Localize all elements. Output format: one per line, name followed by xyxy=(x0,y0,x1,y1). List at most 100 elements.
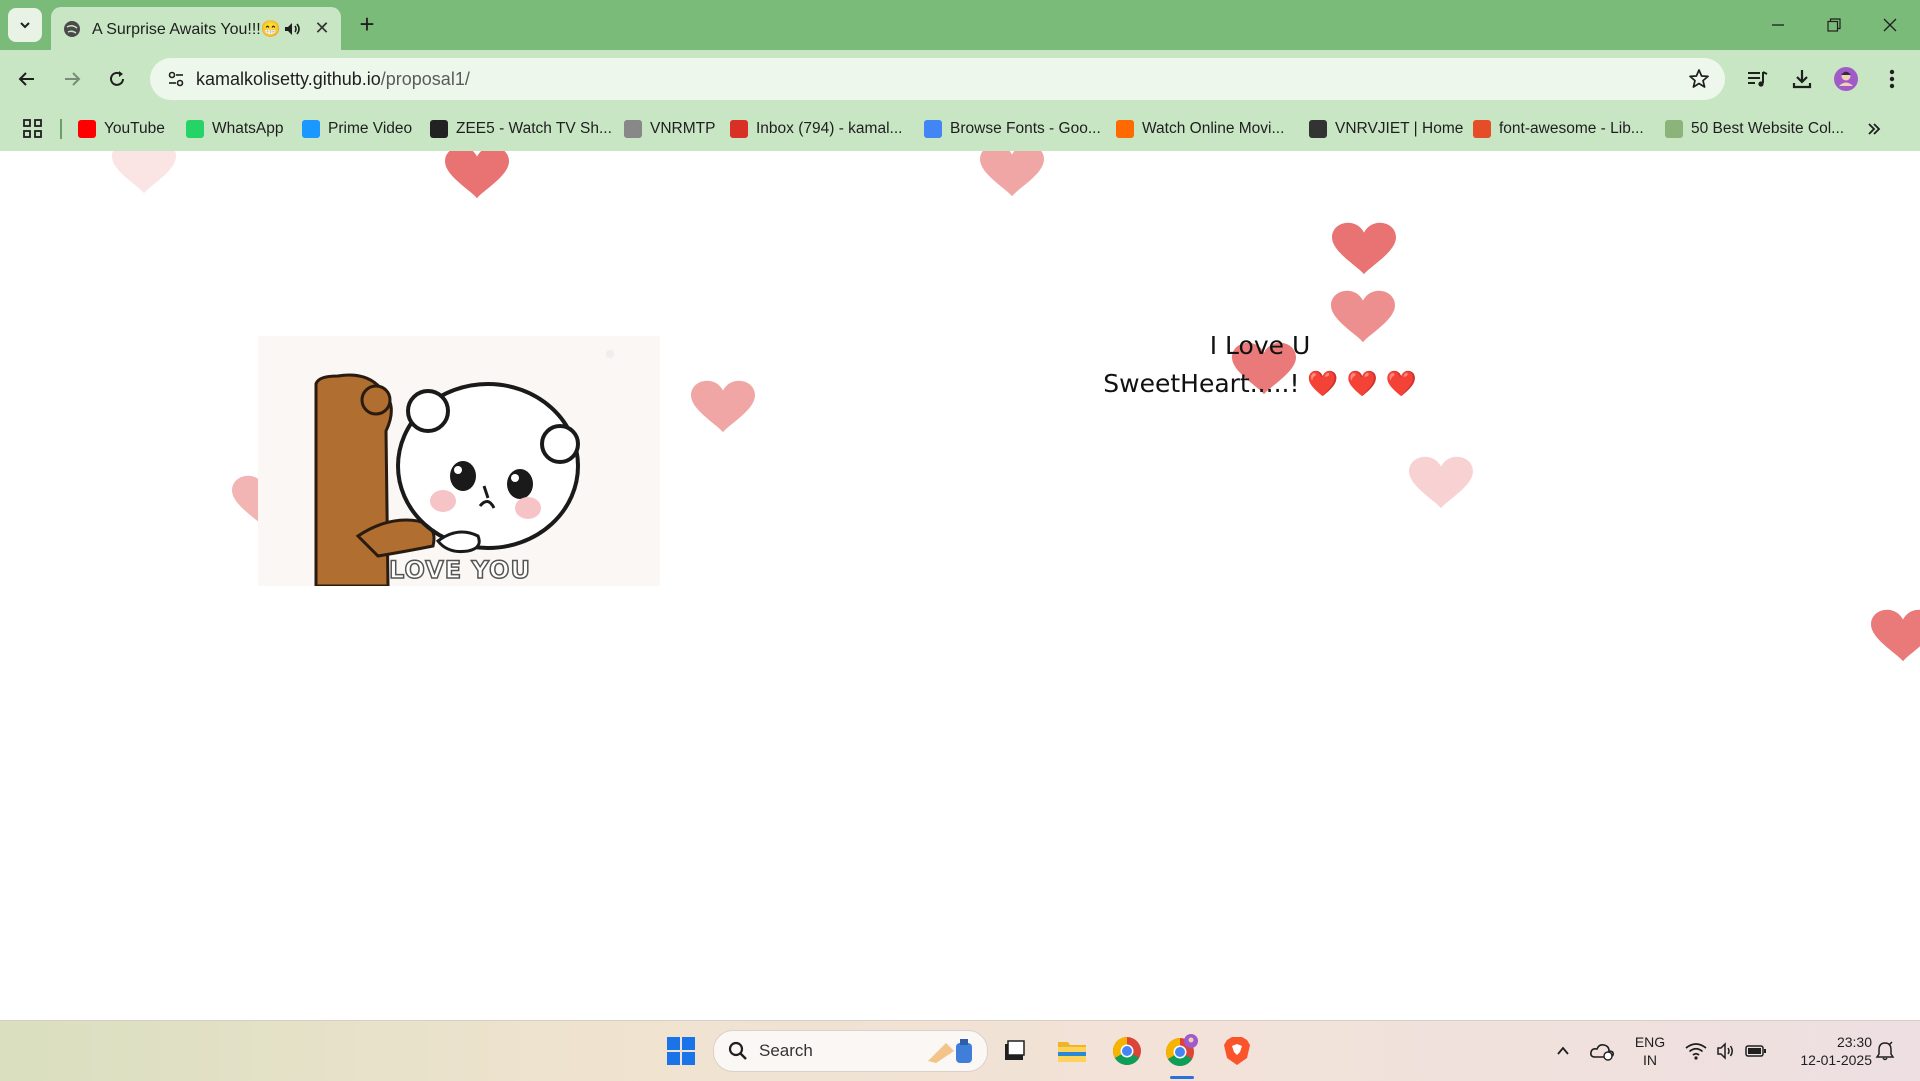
bookmark-item[interactable]: Watch Online Movi... xyxy=(1116,116,1284,142)
forward-button[interactable] xyxy=(55,62,89,96)
active-app-indicator xyxy=(1170,1076,1194,1079)
bookmark-label: Browse Fonts - Goo... xyxy=(950,120,1101,137)
message-line-2: SweetHeart.....! ❤️ ❤️ ❤️ xyxy=(1103,369,1417,398)
heart-icon xyxy=(112,151,176,194)
bookmark-item[interactable]: 50 Best Website Col... xyxy=(1665,116,1844,142)
bookmark-item[interactable]: Prime Video xyxy=(302,116,412,142)
bookmark-label: WhatsApp xyxy=(212,120,284,137)
code-icon xyxy=(1473,120,1491,138)
chevron-down-icon xyxy=(20,22,30,29)
bookmark-label: VNRVJIET | Home xyxy=(1335,120,1464,137)
prime-video-icon xyxy=(302,120,320,138)
media-control-icon[interactable] xyxy=(1741,63,1773,95)
site-info-icon[interactable] xyxy=(160,63,192,95)
close-tab-icon[interactable]: ✕ xyxy=(312,18,332,38)
notification-icon[interactable] xyxy=(1865,1031,1905,1071)
speaker-icon[interactable] xyxy=(282,19,302,39)
close-window-button[interactable] xyxy=(1862,0,1918,50)
task-view-icon[interactable] xyxy=(994,1031,1034,1071)
bookmark-label: Prime Video xyxy=(328,120,413,137)
gif-caption: LOVE YOU xyxy=(388,555,531,585)
back-button[interactable] xyxy=(10,62,44,96)
whatsapp-icon xyxy=(186,120,204,138)
heart-icon xyxy=(1871,609,1920,662)
tray-chevron-up-icon[interactable] xyxy=(1543,1031,1583,1071)
profile-avatar[interactable] xyxy=(1830,63,1862,95)
arrow-right-icon xyxy=(65,72,81,86)
clock-date: 12-01-2025 xyxy=(1800,1052,1872,1068)
bookmark-star-icon[interactable] xyxy=(1687,67,1711,91)
bookmark-item[interactable]: VNRMTP xyxy=(624,116,715,142)
windows-logo-icon xyxy=(667,1037,695,1065)
heart-icon xyxy=(980,151,1044,197)
restore-button[interactable] xyxy=(1806,0,1862,50)
language-code: ENG xyxy=(1634,1034,1666,1050)
tab-search-button[interactable] xyxy=(8,8,42,42)
onedrive-icon[interactable] xyxy=(1582,1031,1622,1071)
love-message: I Love U SweetHeart.....! ❤️ ❤️ ❤️ xyxy=(1080,327,1440,403)
bookmark-item[interactable]: VNRVJIET | Home xyxy=(1309,116,1463,142)
bookmark-item[interactable]: ZEE5 - Watch TV Sh... xyxy=(430,116,612,142)
new-tab-button[interactable]: + xyxy=(352,10,382,40)
bookmark-label: ZEE5 - Watch TV Sh... xyxy=(456,120,612,137)
google-fonts-icon xyxy=(924,120,942,138)
clock[interactable]: 23:30 12-01-2025 xyxy=(1782,1033,1872,1069)
search-placeholder: Search xyxy=(759,1041,813,1060)
tab-active[interactable]: A Surprise Awaits You!!!😁 ✕ xyxy=(51,7,341,50)
heart-icon xyxy=(445,151,509,199)
zee5-icon xyxy=(430,120,448,138)
bookmark-label: Inbox (794) - kamal... xyxy=(756,120,903,137)
brave-icon[interactable] xyxy=(1217,1031,1257,1071)
minimize-button[interactable] xyxy=(1750,0,1806,50)
bookmark-item[interactable]: WhatsApp xyxy=(186,116,284,142)
restore-icon xyxy=(1827,18,1841,32)
globe-icon xyxy=(63,20,81,38)
windows-taskbar: Search ENG IN 23:30 12-01-2025 xyxy=(0,1020,1920,1081)
heart-icon xyxy=(1332,222,1396,275)
taskbar-search[interactable]: Search xyxy=(713,1030,988,1072)
search-icon xyxy=(728,1041,747,1060)
chrome-icon[interactable] xyxy=(1107,1031,1147,1071)
teddy-bear-gif: LOVE YOU xyxy=(258,336,660,586)
bookmark-label: 50 Best Website Col... xyxy=(1691,120,1845,137)
bookmark-label: YouTube xyxy=(104,120,165,137)
bookmark-item[interactable]: Browse Fonts - Goo... xyxy=(924,116,1101,142)
reload-icon xyxy=(110,71,124,86)
vnrmtp-icon xyxy=(624,120,642,138)
region-code: IN xyxy=(1643,1052,1657,1068)
bookmark-item[interactable]: YouTube xyxy=(78,116,165,142)
start-button[interactable] xyxy=(661,1031,701,1071)
search-highlight-icon xyxy=(928,1039,972,1063)
d-icon xyxy=(1665,120,1683,138)
file-explorer-icon[interactable] xyxy=(1052,1031,1092,1071)
url-host: kamalkolisetty.github.io xyxy=(196,69,381,89)
heart-icon xyxy=(1409,456,1473,509)
url-path: /proposal1/ xyxy=(380,69,470,89)
bookmarks-overflow-icon[interactable] xyxy=(1866,116,1882,142)
gmail-icon xyxy=(730,120,748,138)
bookmarks-separator xyxy=(60,119,62,139)
download-icon[interactable] xyxy=(1786,63,1818,95)
heart-icon xyxy=(691,380,755,433)
aha-icon xyxy=(1116,120,1134,138)
bookmark-item[interactable]: Inbox (794) - kamal... xyxy=(730,116,902,142)
tab-strip: A Surprise Awaits You!!!😁 ✕ + xyxy=(0,0,1920,50)
address-bar[interactable]: kamalkolisetty.github.io/proposal1/ xyxy=(150,58,1725,100)
browser-toolbar: kamalkolisetty.github.io/proposal1/ xyxy=(0,50,1920,108)
globe-icon xyxy=(1309,120,1327,138)
bookmark-label: font-awesome - Lib... xyxy=(1499,120,1644,137)
clock-time: 23:30 xyxy=(1836,1034,1872,1050)
close-icon xyxy=(1883,18,1897,32)
tab-title: A Surprise Awaits You!!!😁 xyxy=(92,20,281,38)
bookmark-label: VNRMTP xyxy=(650,120,716,137)
menu-kebab-icon[interactable] xyxy=(1876,63,1908,95)
reload-button[interactable] xyxy=(100,62,134,96)
bookmark-item[interactable]: font-awesome - Lib... xyxy=(1473,116,1644,142)
message-line-1: I Love U xyxy=(1209,331,1311,360)
chrome-profile-icon[interactable] xyxy=(1162,1031,1202,1071)
apps-grid-icon[interactable] xyxy=(22,118,44,140)
bookmarks-bar: YouTube WhatsApp Prime Video ZEE5 - Watch T… xyxy=(0,108,1920,151)
battery-icon[interactable] xyxy=(1736,1031,1776,1071)
page-content: LOVE YOU I Love U SweetHeart.....! ❤️ ❤️… xyxy=(0,151,1920,1020)
input-language[interactable]: ENG IN xyxy=(1630,1033,1670,1069)
